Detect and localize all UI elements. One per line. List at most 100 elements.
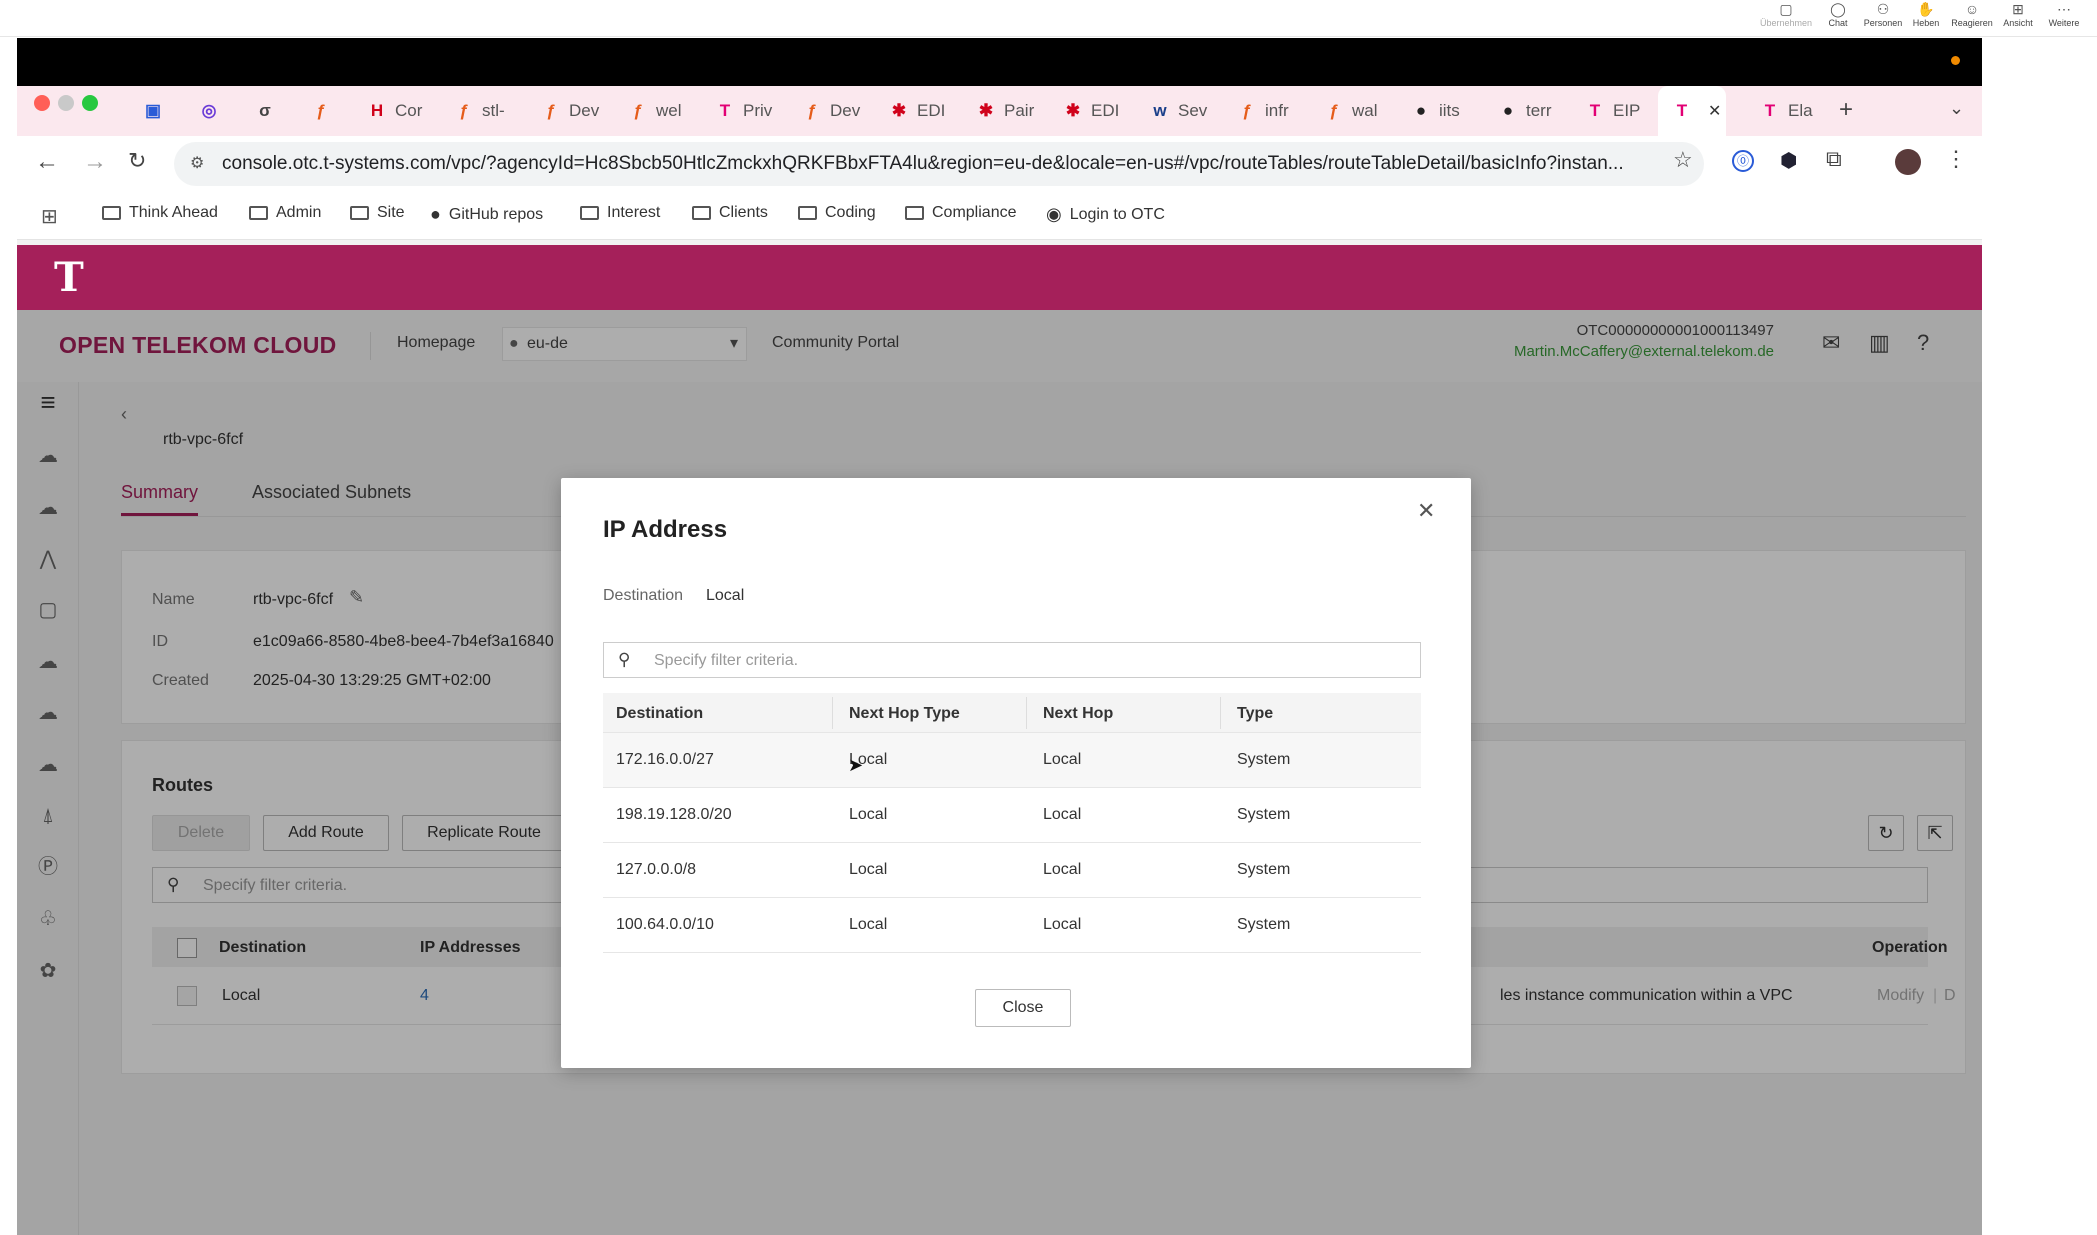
folder-icon <box>692 206 711 220</box>
f-icon: ƒ <box>546 101 556 120</box>
recording-bar <box>17 38 1982 86</box>
profile-avatar[interactable] <box>1895 149 1921 175</box>
extensions-puzzle-icon[interactable]: ⧉ <box>1826 146 1842 172</box>
browser-tab[interactable]: T Priv <box>701 86 788 136</box>
password-manager-icon[interactable]: ⓪ <box>1732 150 1754 172</box>
telekom-icon: T <box>719 101 731 120</box>
bookmark-think-ahead[interactable]: Think Ahead <box>102 204 218 222</box>
folder-icon <box>102 206 121 220</box>
browser-tab[interactable]: ✱ EDI <box>1049 86 1136 136</box>
asterisk-icon: ✱ <box>978 101 994 120</box>
close-window-button[interactable] <box>34 95 50 111</box>
f-icon: ƒ <box>459 101 469 120</box>
back-icon[interactable]: ← <box>35 148 59 176</box>
copilot-icon: ◎ <box>201 101 217 120</box>
ip-address-dialog: IP Address ✕ Destination Local ⚲ Specify… <box>561 478 1471 1068</box>
close-icon[interactable]: ✕ <box>1417 498 1435 524</box>
telekom-brand-bar: T <box>17 245 1982 310</box>
folder-icon <box>580 206 599 220</box>
url-bar[interactable]: ⚙ console.otc.t-systems.com/vpc/?agencyI… <box>174 142 1704 186</box>
more-button[interactable]: ⋯ Weitere <box>2036 0 2092 28</box>
browser-tab[interactable]: ƒ stl- <box>440 86 527 136</box>
browser-tab[interactable]: ✱ EDI <box>875 86 962 136</box>
app-icon: ▣ <box>144 101 162 120</box>
dialog-table-header: Destination Next Hop Type Next Hop Type <box>603 693 1421 733</box>
bookmark-coding[interactable]: Coding <box>798 204 876 222</box>
browser-tab[interactable]: ✱ Pair <box>962 86 1049 136</box>
bookmark-github-repos[interactable]: ● GitHub repos <box>430 204 543 225</box>
tab-search-icon[interactable]: ⌄ <box>1949 98 1964 119</box>
bookmark-login-otc[interactable]: ◉ Login to OTC <box>1046 204 1165 225</box>
extension-icon[interactable]: ⬢ <box>1780 148 1797 173</box>
more-icon: ⋯ <box>2057 1 2071 17</box>
site-info-icon[interactable]: ⚙ <box>190 142 204 186</box>
w-icon: w <box>1153 101 1167 120</box>
asterisk-icon: ✱ <box>1065 101 1081 120</box>
folder-icon <box>798 206 817 220</box>
sigma-icon: σ <box>259 101 271 120</box>
url-text: console.otc.t-systems.com/vpc/?agencyId=… <box>222 153 1624 174</box>
browser-tab[interactable]: T ✕ <box>1658 86 1726 136</box>
globe-icon: ◉ <box>1046 204 1062 224</box>
asterisk-icon: ✱ <box>891 101 907 120</box>
apps-grid-icon[interactable]: ⊞ <box>41 204 58 229</box>
share-screen-button[interactable]: ▢ Übernehmen <box>1758 0 1814 28</box>
browser-window: ▣ ◎ σ ƒ H Cor ƒ stl-ƒ Dev ƒ wel T Priv ƒ Dev ✱ EDI ✱ Pair ✱… <box>17 38 1982 1235</box>
table-row: 172.16.0.0/27 Local Local System ➤ <box>603 733 1421 788</box>
destination-label: Destination <box>603 587 684 604</box>
browser-tab[interactable]: ● iits <box>1397 86 1484 136</box>
bookmark-compliance[interactable]: Compliance <box>905 204 1016 222</box>
share-screen-icon: ▢ <box>1779 1 1793 17</box>
dialog-filter-input[interactable]: ⚲ Specify filter criteria. <box>603 642 1421 678</box>
f-icon: ƒ <box>1242 101 1252 120</box>
browser-tab[interactable]: ƒ Dev <box>788 86 875 136</box>
f-icon: ƒ <box>1329 101 1339 120</box>
browser-tab[interactable]: ● terr <box>1484 86 1571 136</box>
tab-strip: ▣ ◎ σ ƒ H Cor ƒ stl-ƒ Dev ƒ wel T Priv ƒ Dev ✱ EDI ✱ Pair ✱… <box>17 86 1982 136</box>
address-row: ← → ↻ ⚙ console.otc.t-systems.com/vpc/?a… <box>17 136 1982 192</box>
f-icon: ƒ <box>633 101 643 120</box>
new-tab-button[interactable]: + <box>1839 96 1853 124</box>
bookmark-interest[interactable]: Interest <box>580 204 660 222</box>
table-row: 127.0.0.0/8 Local Local System <box>603 843 1421 898</box>
table-row: 100.64.0.0/10 Local Local System <box>603 898 1421 953</box>
maximize-window-button[interactable] <box>82 95 98 111</box>
bookmark-star-icon[interactable]: ☆ <box>1673 147 1693 173</box>
telekom-logo[interactable]: T <box>54 254 84 301</box>
bookmark-admin[interactable]: Admin <box>249 204 321 222</box>
browser-tab[interactable]: ƒ Dev <box>527 86 614 136</box>
browser-tab[interactable]: T Ela <box>1746 86 1833 136</box>
f-icon: ƒ <box>807 101 817 120</box>
browser-menu-icon[interactable]: ⋮ <box>1945 146 1967 172</box>
forward-icon[interactable]: → <box>83 148 107 176</box>
folder-icon <box>350 206 369 220</box>
h-icon: H <box>370 101 384 120</box>
reload-icon[interactable]: ↻ <box>128 148 146 174</box>
browser-tab[interactable]: ƒ wel <box>614 86 701 136</box>
folder-icon <box>249 206 268 220</box>
recording-indicator <box>1951 56 1960 65</box>
browser-tab[interactable]: T EIP <box>1571 86 1658 136</box>
close-tab-icon[interactable]: ✕ <box>1708 101 1721 121</box>
f-icon: ƒ <box>316 101 326 120</box>
meeting-toolbar: ▢ Übernehmen ◯ Chat ⚇ Personen ✋ Heben ☺ Reag… <box>0 0 2097 37</box>
telekom-icon: T <box>1764 101 1776 120</box>
bookmark-site[interactable]: Site <box>350 204 405 222</box>
browser-tab[interactable]: ƒ infr <box>1223 86 1310 136</box>
browser-tab[interactable]: w Sev <box>1136 86 1223 136</box>
search-icon: ⚲ <box>618 650 631 669</box>
table-row: 198.19.128.0/20 Local Local System <box>603 788 1421 843</box>
bookmark-clients[interactable]: Clients <box>692 204 768 222</box>
minimize-window-button[interactable] <box>58 95 74 111</box>
close-button[interactable]: Close <box>975 989 1071 1027</box>
browser-tab[interactable]: ƒ wal <box>1310 86 1397 136</box>
divider <box>1026 697 1027 729</box>
dialog-title: IP Address <box>603 516 728 543</box>
bookmarks-bar: ⊞ Think Ahead Admin Site ● GitHub repos I… <box>17 192 1982 240</box>
divider <box>1220 697 1221 729</box>
browser-tab[interactable]: H Cor <box>353 86 440 136</box>
divider <box>832 697 833 729</box>
telekom-icon: T <box>1589 101 1601 120</box>
mouse-cursor-icon: ➤ <box>848 755 864 775</box>
github-icon: ● <box>430 204 441 224</box>
